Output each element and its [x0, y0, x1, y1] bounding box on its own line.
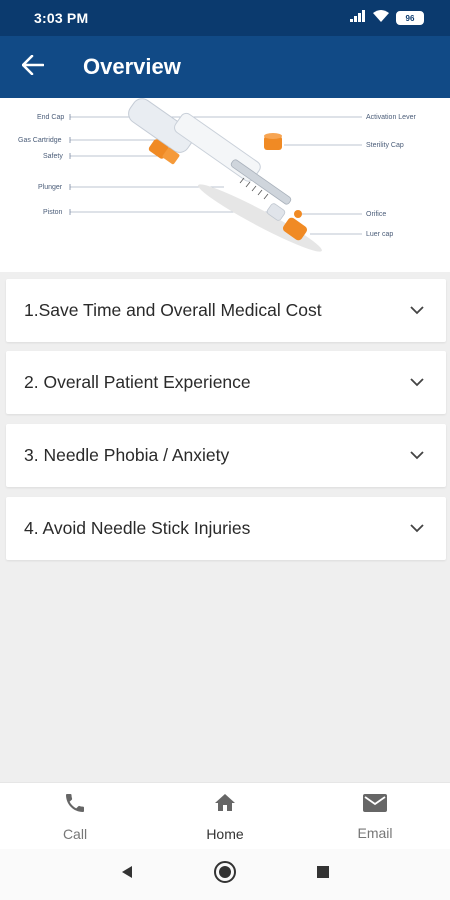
- accordion-item-label: 4. Avoid Needle Stick Injuries: [24, 518, 251, 538]
- bottom-navigation: Call Home Email: [0, 782, 450, 849]
- system-navigation-bar: [0, 849, 450, 900]
- accordion-item-needle-stick[interactable]: 4. Avoid Needle Stick Injuries: [6, 497, 446, 560]
- nav-call[interactable]: Call: [15, 783, 135, 850]
- chevron-down-icon[interactable]: [410, 451, 424, 461]
- signal-icon: [350, 9, 366, 27]
- circle-home-icon: [213, 860, 237, 889]
- device-diagram: End Cap Gas Cartridge Safety Plunger Pis…: [0, 98, 450, 272]
- triangle-back-icon: [120, 865, 134, 884]
- nav-home[interactable]: Home: [165, 783, 285, 850]
- wifi-icon: [373, 9, 389, 27]
- accordion-item-label: 3. Needle Phobia / Anxiety: [24, 445, 230, 465]
- status-time: 3:03 PM: [34, 10, 89, 26]
- label-activation-lever: Activation Lever: [366, 114, 416, 121]
- accordion-item-label: 1.Save Time and Overall Medical Cost: [24, 300, 322, 320]
- label-orifice: Orifice: [366, 211, 386, 218]
- injector-illustration: [128, 98, 322, 252]
- arrow-left-icon: [21, 54, 45, 80]
- page-title: Overview: [83, 54, 181, 79]
- accordion-item-patient-experience[interactable]: 2. Overall Patient Experience: [6, 351, 446, 414]
- label-plunger: Plunger: [38, 184, 63, 191]
- mail-icon: [362, 792, 388, 819]
- nav-email[interactable]: Email: [315, 783, 435, 850]
- system-back-button[interactable]: [114, 862, 140, 888]
- chevron-down-icon[interactable]: [410, 306, 424, 316]
- square-recents-icon: [316, 865, 330, 884]
- label-luer-cap: Luer cap: [366, 231, 393, 238]
- battery-icon: 96: [396, 11, 424, 25]
- back-button[interactable]: [0, 36, 66, 98]
- nav-home-label: Home: [206, 825, 244, 842]
- label-safety: Safety: [43, 153, 63, 160]
- phone-icon: [63, 791, 87, 820]
- accordion-item-needle-phobia[interactable]: 3. Needle Phobia / Anxiety: [6, 424, 446, 487]
- system-recents-button[interactable]: [310, 862, 336, 888]
- label-end-cap: End Cap: [37, 114, 64, 121]
- label-piston: Piston: [43, 209, 63, 216]
- label-sterility-cap: Sterility Cap: [366, 142, 404, 149]
- accordion-item-save-time[interactable]: 1.Save Time and Overall Medical Cost: [6, 279, 446, 342]
- label-gas-cartridge: Gas Cartridge: [18, 137, 62, 144]
- accordion-item-label: 2. Overall Patient Experience: [24, 372, 251, 392]
- chevron-down-icon[interactable]: [410, 378, 424, 388]
- system-home-button[interactable]: [212, 860, 238, 889]
- status-icons: 96: [350, 9, 424, 27]
- chevron-down-icon[interactable]: [410, 524, 424, 534]
- home-icon: [213, 791, 237, 820]
- nav-call-label: Call: [62, 825, 88, 842]
- status-bar: 3:03 PM 96: [0, 0, 450, 36]
- app-bar: Overview: [0, 36, 450, 98]
- nav-email-label: Email: [357, 824, 393, 841]
